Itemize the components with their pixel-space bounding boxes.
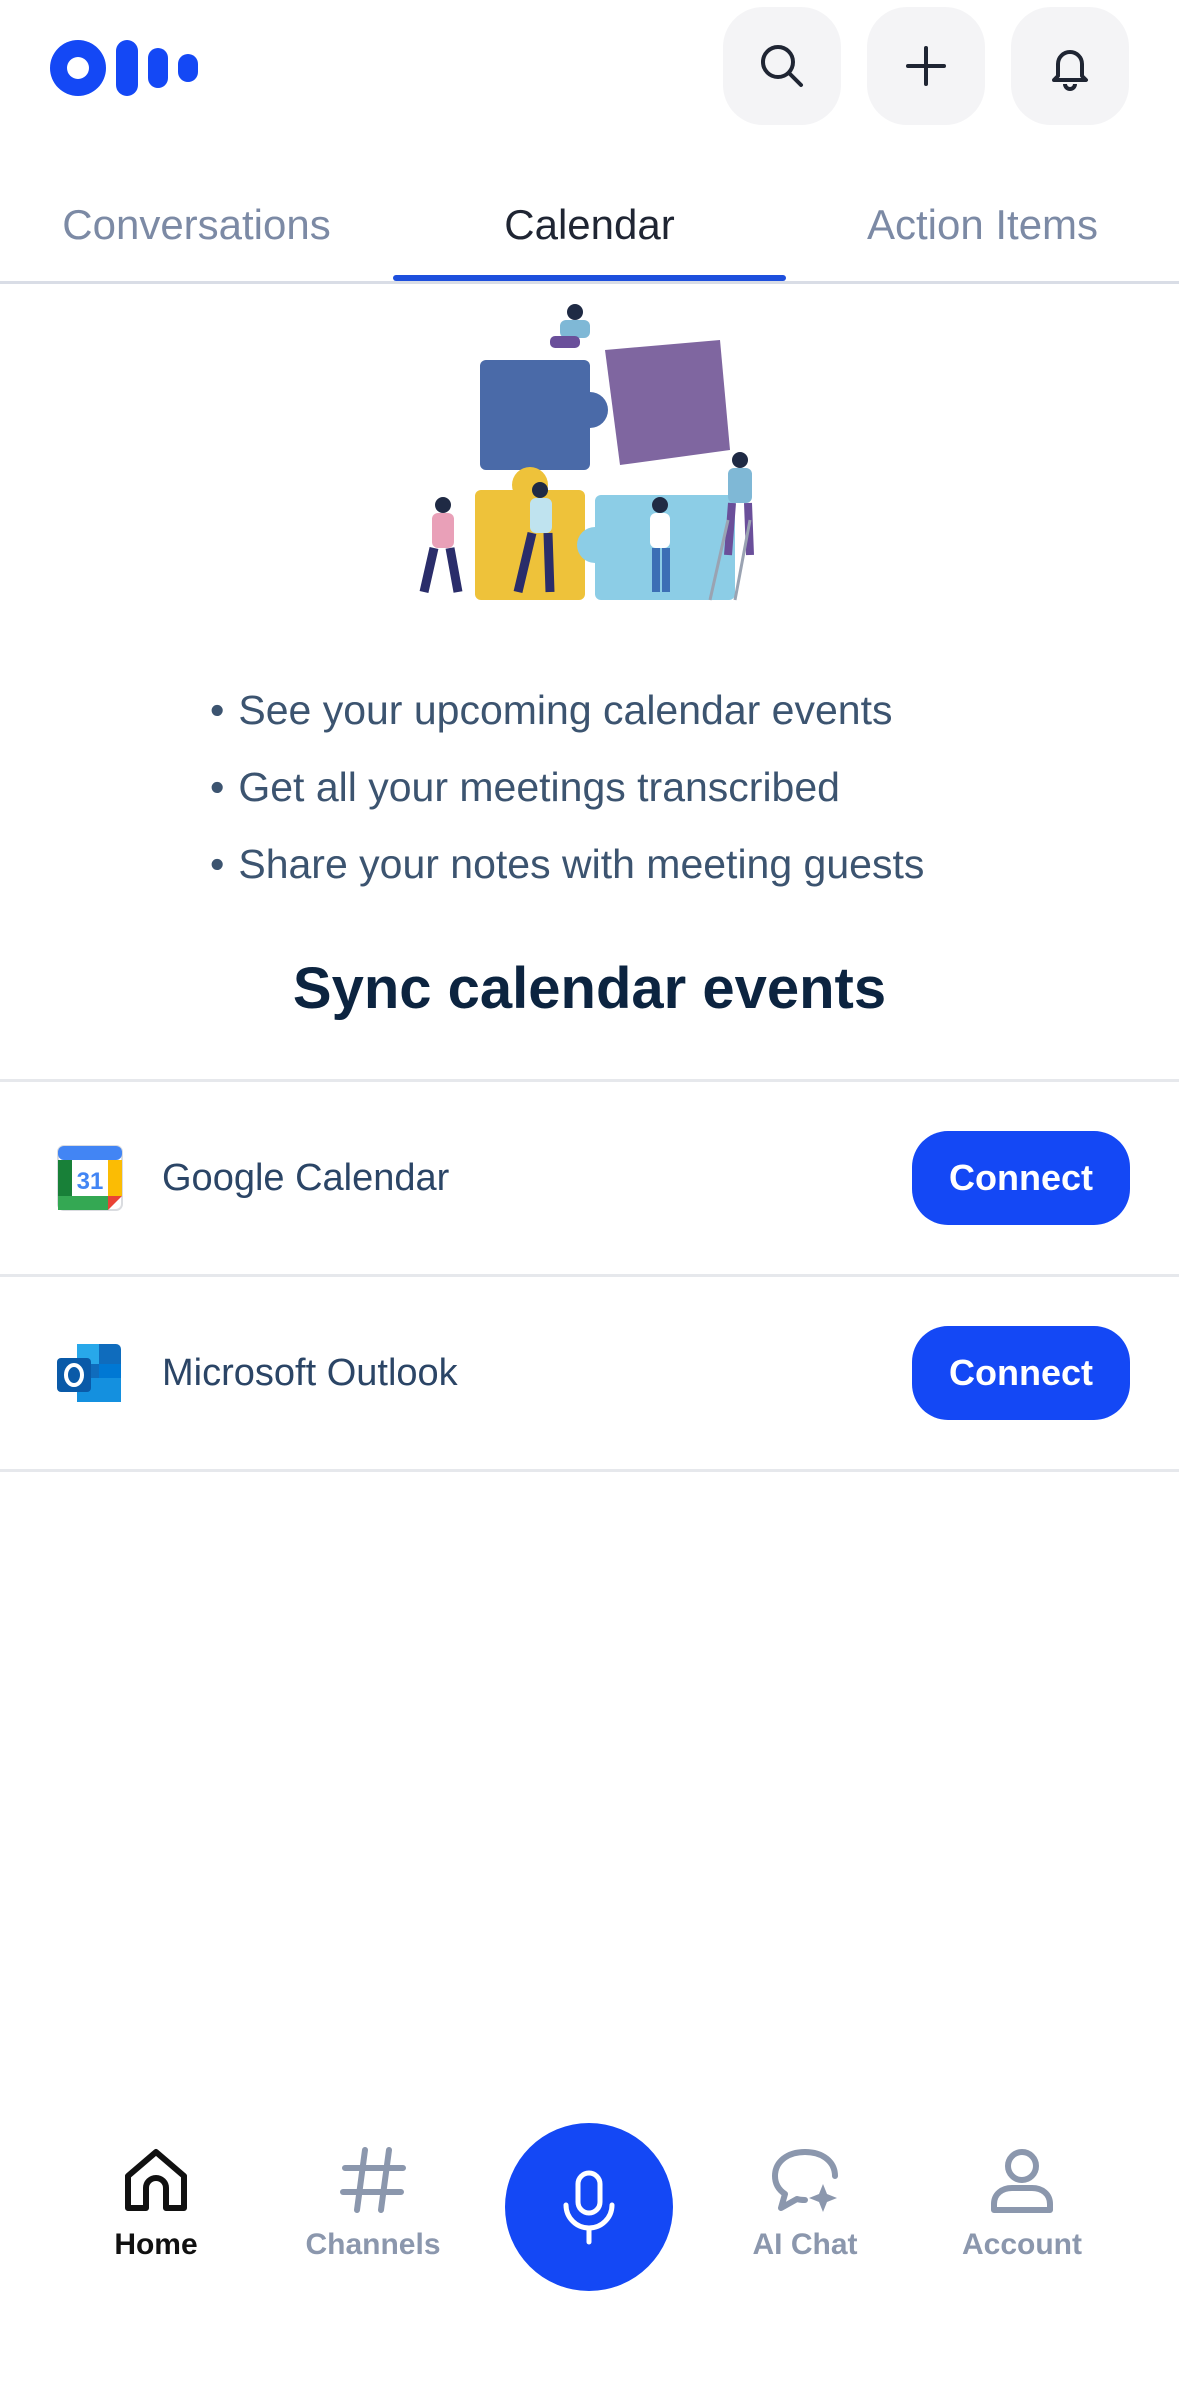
provider-name: Google Calendar (162, 1157, 450, 1199)
feature-item: • Get all your meetings transcribed (210, 764, 840, 810)
provider-row-outlook: Microsoft Outlook Connect (0, 1277, 1179, 1469)
connect-google-button[interactable]: Connect (912, 1131, 1130, 1225)
google-calendar-icon: 31 (57, 1145, 123, 1211)
svg-text:31: 31 (77, 1168, 104, 1195)
microphone-icon (563, 2170, 615, 2245)
home-icon (125, 2149, 187, 2211)
tab-calendar[interactable]: Calendar (393, 168, 786, 281)
nav-account[interactable]: Account (922, 2140, 1122, 2290)
feature-list: • See your upcoming calendar events • Get … (210, 672, 1010, 903)
nav-label: Channels (305, 2228, 441, 2261)
nav-home[interactable]: Home (56, 2140, 256, 2290)
hashtag-icon (340, 2147, 406, 2213)
active-tab-indicator (393, 275, 786, 281)
nav-label: AI Chat (752, 2228, 858, 2261)
person-icon (991, 2149, 1053, 2213)
search-button[interactable] (723, 7, 841, 125)
record-button[interactable] (505, 2123, 673, 2291)
notifications-button[interactable] (1011, 7, 1129, 125)
outlook-icon (57, 1344, 121, 1402)
add-button[interactable] (867, 7, 985, 125)
nav-ai-chat[interactable]: AI Chat (705, 2140, 905, 2290)
feature-item: • See your upcoming calendar events (210, 687, 893, 733)
otter-logo (50, 40, 198, 96)
provider-row-google: 31 Google Calendar Connect (0, 1082, 1179, 1274)
search-icon (761, 45, 803, 87)
tab-bar: Conversations Calendar Action Items (0, 168, 1179, 284)
connect-outlook-button[interactable]: Connect (912, 1326, 1130, 1420)
divider (0, 1469, 1179, 1472)
nav-label: Home (114, 2228, 198, 2261)
sync-title: Sync calendar events (292, 956, 887, 1021)
nav-label: Account (962, 2228, 1082, 2261)
tab-conversations[interactable]: Conversations (0, 168, 393, 281)
provider-name: Microsoft Outlook (162, 1352, 458, 1394)
plus-icon (906, 46, 946, 86)
puzzle-illustration (419, 304, 754, 601)
ai-chat-icon (772, 2149, 838, 2212)
bell-icon (1052, 50, 1088, 91)
feature-item: • Share your notes with meeting guests (210, 841, 925, 887)
tab-action-items[interactable]: Action Items (786, 168, 1179, 281)
nav-channels[interactable]: Channels (273, 2140, 473, 2290)
